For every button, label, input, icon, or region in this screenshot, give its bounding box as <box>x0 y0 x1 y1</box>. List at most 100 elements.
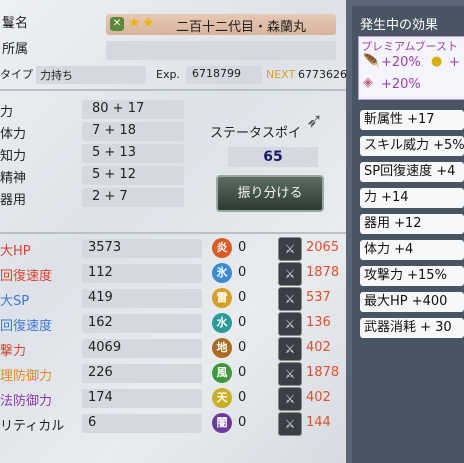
element-resist-value: 0 <box>238 415 247 430</box>
element-resist-value: 0 <box>238 390 247 405</box>
derived-label: 撃力 <box>0 344 27 359</box>
premium-value-1: +20% <box>381 55 421 70</box>
derived-value: 226 <box>88 365 113 380</box>
heaven-icon: 天 <box>212 388 232 408</box>
stat-value: 80 + 17 <box>92 101 145 116</box>
fan-icon: ⚔ <box>278 362 302 386</box>
stat-value: 2 + 7 <box>92 189 128 204</box>
derived-label: 回復速度 <box>0 269 53 284</box>
weapon-skill-value: 1878 <box>306 265 340 280</box>
weapon-skill-value: 2065 <box>306 240 340 255</box>
derived-value: 174 <box>88 390 113 405</box>
bow-icon: ⚔ <box>278 387 302 411</box>
effects-title: 発生中の効果 <box>360 18 439 33</box>
water-icon: 水 <box>212 313 232 333</box>
coin-icon: ● <box>431 54 443 69</box>
ice-icon: 氷 <box>212 263 232 283</box>
star-icon: ★ <box>128 15 141 31</box>
status-points-value: 65 <box>263 149 283 165</box>
effect-item: 攻撃力 +15% <box>360 266 464 286</box>
type-value: 力持ち <box>40 69 73 82</box>
effect-item: 最大HP +400 <box>360 292 464 312</box>
premium-boost-box: プレミアムブースト 🪶 +20% ● + ◈ +20% <box>358 36 464 100</box>
effect-item: SP回復速度 +4 <box>360 162 464 182</box>
derived-label: 理防御力 <box>0 369 53 384</box>
staff-icon: ⚔ <box>278 312 302 336</box>
next-label: NEXT <box>266 68 296 81</box>
element-resist-value: 0 <box>238 240 247 255</box>
weapon-skill-value: 144 <box>306 415 331 430</box>
stat-value: 7 + 18 <box>92 123 136 138</box>
derived-value: 419 <box>88 290 113 305</box>
weapon-skill-value: 136 <box>306 315 331 330</box>
derived-label: リティカル <box>0 419 65 434</box>
sword-icon: ⚔ <box>278 237 302 261</box>
candy-icon: ◈ <box>363 75 373 90</box>
effect-item: 力 +14 <box>360 188 464 208</box>
effect-item: 器用 +12 <box>360 214 464 234</box>
element-resist-value: 0 <box>238 290 247 305</box>
derived-label: 大HP <box>0 244 31 259</box>
status-points-label: ステータスポイ <box>210 126 302 141</box>
weapon-skill-value: 402 <box>306 390 331 405</box>
effect-item: 斬属性 +17 <box>360 110 464 130</box>
allocate-button[interactable]: 振り分ける <box>216 175 324 212</box>
stat-label: 力 <box>0 105 14 120</box>
next-value: 6773626 <box>298 68 347 81</box>
premium-boost-label: プレミアムブースト <box>361 40 459 53</box>
name-label: 鬘名 <box>2 16 29 31</box>
wind-icon: 風 <box>212 363 232 383</box>
star-icon: ★ <box>142 15 155 31</box>
fire-icon: 炎 <box>212 238 232 258</box>
exp-label: Exp. <box>156 68 180 81</box>
element-resist-value: 0 <box>238 340 247 355</box>
derived-value-box <box>82 414 202 433</box>
feather-icon: 🪶 <box>363 54 381 70</box>
character-status-panel: 鬘名 ✕ ★ ★ 二百十二代目・森蘭丸 所属 タイプ 力持ち Exp. 6718… <box>0 0 347 463</box>
name-box: ✕ ★ ★ 二百十二代目・森蘭丸 <box>106 14 336 35</box>
exp-box: 6718799 <box>186 66 262 84</box>
element-resist-value: 0 <box>238 315 247 330</box>
divider <box>0 89 346 91</box>
exp-value: 6718799 <box>192 67 241 80</box>
type-label: タイプ <box>0 68 33 81</box>
spear-icon: ⚔ <box>278 287 302 311</box>
derived-label: 回復速度 <box>0 319 53 334</box>
stat-value: 5 + 12 <box>92 167 136 182</box>
derived-value: 6 <box>88 415 97 430</box>
element-resist-value: 0 <box>238 265 247 280</box>
affiliation-box <box>106 41 336 60</box>
dark-icon: 闇 <box>212 413 232 433</box>
effect-item: 体力 +4 <box>360 240 464 260</box>
stat-value: 5 + 13 <box>92 145 136 160</box>
derived-label: 法防御力 <box>0 394 53 409</box>
pointer-icon: ➶ <box>306 108 323 132</box>
axe-icon: ⚔ <box>278 337 302 361</box>
derived-value: 4069 <box>88 340 122 355</box>
premium-value-2: + <box>449 55 460 70</box>
weapon-skill-value: 537 <box>306 290 331 305</box>
stat-label: 器用 <box>0 193 27 208</box>
derived-label: 大SP <box>0 294 30 309</box>
dagger-icon: ⚔ <box>278 412 302 436</box>
stat-label: 知力 <box>0 149 27 164</box>
divider <box>0 232 346 234</box>
character-name: 二百十二代目・森蘭丸 <box>176 20 307 35</box>
derived-value: 112 <box>88 265 113 280</box>
effect-item: スキル威力 +5% <box>360 136 464 156</box>
weapon-skill-value: 402 <box>306 340 331 355</box>
stat-label: 体力 <box>0 127 27 142</box>
element-resist-value: 0 <box>238 365 247 380</box>
effect-item: 武器消耗 + 30 <box>360 318 464 338</box>
katana-icon: ⚔ <box>278 262 302 286</box>
name-row: 鬘名 <box>2 15 102 33</box>
affiliation-label: 所属 <box>2 42 29 57</box>
derived-value: 162 <box>88 315 113 330</box>
stat-label: 精神 <box>0 171 27 186</box>
lightning-icon: 雷 <box>212 288 232 308</box>
weapon-skill-value: 1878 <box>306 365 340 380</box>
premium-value-3: +20% <box>381 77 421 92</box>
earth-icon: 地 <box>212 338 232 358</box>
type-box: 力持ち <box>36 66 146 84</box>
rank-icon: ✕ <box>110 17 124 31</box>
